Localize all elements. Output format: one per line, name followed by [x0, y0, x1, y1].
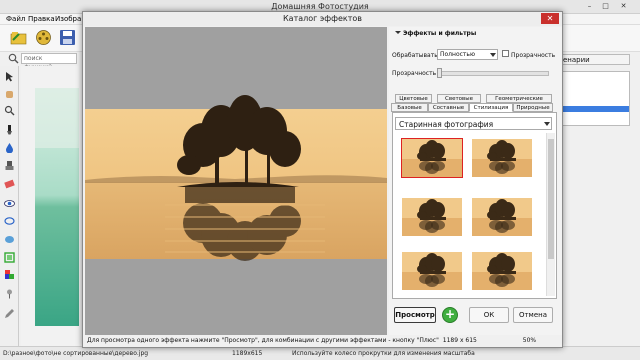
- tab-light[interactable]: Световые: [437, 94, 481, 103]
- minimize-icon[interactable]: –: [585, 2, 594, 11]
- dialog-titlebar: Каталог эффектов: [83, 12, 562, 26]
- crop-icon[interactable]: [4, 252, 15, 263]
- effect-thumbnail-1[interactable]: [401, 138, 463, 178]
- effect-list-panel: Старинная фотография: [392, 112, 557, 299]
- dialog-close-button[interactable]: ✕: [541, 13, 559, 24]
- effects-catalog-dialog: Каталог эффектов ✕ Для просмотра одного …: [82, 11, 563, 348]
- tab-color[interactable]: Цветовые: [395, 94, 432, 103]
- eye-icon[interactable]: [4, 198, 15, 209]
- effect-thumbnail-4[interactable]: [471, 197, 533, 237]
- effect-thumbnail-2[interactable]: [471, 138, 533, 178]
- tab-natural[interactable]: Природные: [513, 103, 553, 112]
- effects-settings-panel: Эффекты и фильтры Обрабатывать Полностью…: [389, 27, 562, 335]
- tab-scenarios[interactable]: енарии: [560, 54, 630, 65]
- tab-stylization[interactable]: Стилизация: [469, 103, 513, 112]
- open-folder-icon[interactable]: [9, 28, 28, 47]
- left-toolbox: [0, 66, 19, 346]
- status-bar: D:\разное\фото\не сортированные\дерево.j…: [0, 346, 640, 360]
- add-effect-button[interactable]: +: [442, 307, 458, 323]
- effect-thumbnail-6[interactable]: [471, 251, 533, 291]
- chevron-down-icon: [544, 122, 550, 126]
- transparency-checkbox-label: Прозрачность: [511, 52, 556, 59]
- status-path: D:\разное\фото\не сортированные\дерево.j…: [3, 350, 149, 357]
- stamp-icon[interactable]: [4, 160, 15, 171]
- layers-icon[interactable]: [4, 269, 15, 280]
- menu-edit[interactable]: Правка: [28, 15, 55, 23]
- drop-icon[interactable]: [4, 142, 15, 153]
- pencil-icon[interactable]: [4, 308, 15, 319]
- close-icon: ✕: [546, 14, 554, 23]
- effect-preview-area: [85, 27, 387, 335]
- hint-text: Для просмотра одного эффекта нажмите "Пр…: [87, 337, 439, 344]
- effect-thumbnail-5[interactable]: [401, 251, 463, 291]
- effect-select-value: Старинная фотография: [399, 120, 494, 129]
- pointer-icon[interactable]: [4, 71, 15, 82]
- scrollbar-thumb[interactable]: [548, 139, 554, 259]
- sepia-photo-preview: [85, 95, 387, 261]
- search-icon: [8, 53, 19, 64]
- effect-select[interactable]: Старинная фотография: [395, 117, 552, 130]
- section-title: Эффекты и фильтры: [403, 30, 477, 37]
- effect-list-scrollbar[interactable]: [546, 133, 555, 296]
- image-size-text: 1189 x 615: [442, 337, 477, 344]
- ok-button[interactable]: ОК: [469, 307, 509, 323]
- scenario-list-selection[interactable]: [561, 106, 629, 112]
- collapse-icon[interactable]: [394, 30, 402, 38]
- tab-composite[interactable]: Составные: [428, 103, 469, 112]
- zoom-icon[interactable]: [4, 105, 15, 116]
- pin-icon[interactable]: [4, 288, 15, 299]
- transparency-slider-label: Прозрачность: [392, 70, 437, 77]
- ellipse-icon[interactable]: [4, 234, 15, 245]
- preview-button[interactable]: Просмотр: [394, 307, 436, 323]
- dialog-title: Каталог эффектов: [283, 14, 362, 23]
- app-title: Домашняя Фотостудия: [271, 2, 369, 11]
- blend-dropdown[interactable]: Полностью: [437, 49, 498, 60]
- save-icon[interactable]: [58, 28, 77, 47]
- effect-thumbnail-3[interactable]: [401, 197, 463, 237]
- status-size: 1189x615: [232, 350, 263, 357]
- film-reel-icon[interactable]: [34, 28, 53, 47]
- scenario-list[interactable]: [560, 71, 630, 126]
- zoom-text: 50%: [522, 337, 537, 344]
- blend-label: Обрабатывать: [392, 52, 438, 59]
- cancel-button[interactable]: Отмена: [513, 307, 553, 323]
- canvas-photo-strip: [21, 66, 79, 346]
- tab-geometric[interactable]: Геометрические: [486, 94, 552, 103]
- search-input[interactable]: поиск функций...: [21, 53, 77, 71]
- close-icon[interactable]: ✕: [619, 2, 628, 11]
- menu-image[interactable]: Изобра: [55, 15, 81, 23]
- hand-icon[interactable]: [4, 88, 15, 99]
- brush-icon[interactable]: [4, 124, 15, 135]
- menu-file[interactable]: Файл: [6, 15, 25, 23]
- status-hint: Используйте колесо прокрутки для изменен…: [292, 350, 475, 357]
- dialog-hint: Для просмотра одного эффекта нажмите "Пр…: [87, 337, 536, 344]
- eraser-icon[interactable]: [4, 178, 15, 189]
- tab-basic[interactable]: Базовые: [391, 103, 428, 112]
- transparency-slider-track[interactable]: [437, 71, 549, 76]
- plus-icon: +: [444, 307, 456, 321]
- transparency-slider-thumb[interactable]: [437, 68, 442, 78]
- chevron-down-icon: [490, 53, 496, 57]
- transparency-checkbox[interactable]: [502, 50, 509, 57]
- search-row: поиск функций...: [0, 52, 90, 71]
- maximize-icon[interactable]: □: [601, 2, 610, 11]
- blend-value: Полностью: [440, 51, 475, 58]
- lasso-icon[interactable]: [4, 216, 15, 227]
